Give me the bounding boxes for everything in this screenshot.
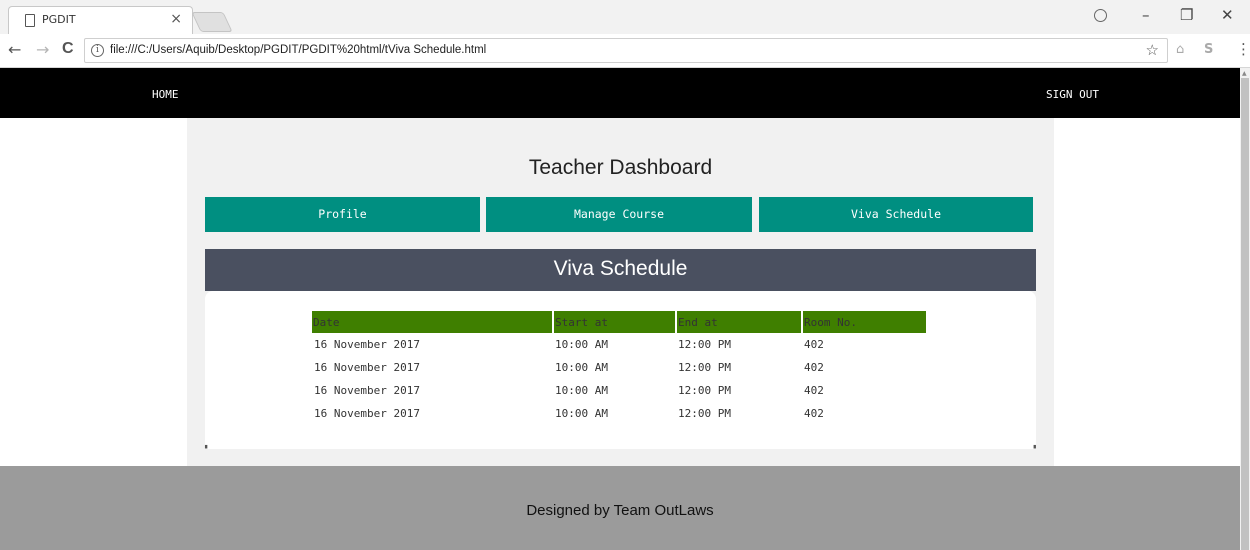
cell-start: 10:00 AM (555, 338, 608, 351)
tab-close-icon[interactable]: × (170, 11, 182, 27)
column-header-room: Room No. (801, 311, 926, 333)
scrollbar-thumb[interactable] (1241, 78, 1249, 550)
info-icon[interactable]: i (91, 44, 104, 57)
cell-room: 402 (804, 407, 824, 420)
browser-tab[interactable]: PGDIT × (8, 6, 193, 34)
footer-credit: Designed by Team OutLaws (526, 502, 714, 519)
page-viewport: HOME SIGN OUT Teacher Dashboard Profile … (0, 68, 1240, 550)
browser-chrome: PGDIT × – ❐ ✕ ← → C i file:///C:/Users/A… (0, 0, 1250, 68)
cell-room: 402 (804, 384, 824, 397)
bookmark-star-icon[interactable]: ☆ (1146, 41, 1159, 59)
new-tab-button[interactable] (191, 12, 233, 32)
browser-menu-icon[interactable]: ⋮ (1236, 40, 1250, 58)
table-row: 16 November 2017 10:00 AM 12:00 PM 402 (312, 333, 926, 356)
page-title: Teacher Dashboard (528, 156, 713, 179)
extension-icon[interactable]: ⌂ (1176, 42, 1184, 57)
table-row: 16 November 2017 10:00 AM 12:00 PM 402 (312, 379, 926, 402)
cell-room: 402 (804, 338, 824, 351)
page-footer: Designed by Team OutLaws (0, 466, 1240, 550)
column-header-start: Start at (552, 311, 676, 333)
cell-end: 12:00 PM (678, 384, 731, 397)
back-icon[interactable]: ← (8, 40, 21, 59)
cell-date: 16 November 2017 (314, 338, 420, 351)
manage-course-button[interactable]: Manage Course (486, 197, 752, 232)
cell-date: 16 November 2017 (314, 407, 420, 420)
vertical-scrollbar[interactable]: ▲ (1240, 68, 1250, 550)
resize-corner-right: ▗ (1031, 442, 1036, 449)
nav-sign-out-link[interactable]: SIGN OUT (1046, 88, 1099, 101)
viva-schedule-header: Viva Schedule (205, 249, 1036, 291)
reload-icon[interactable]: C (62, 40, 74, 58)
viva-schedule-button[interactable]: Viva Schedule (759, 197, 1033, 232)
viva-schedule-panel: Date Start at End at Room No. 16 Novembe… (205, 291, 1036, 449)
resize-corner-left: ▖ (205, 442, 210, 449)
restore-icon[interactable]: ❐ (1180, 6, 1193, 24)
nav-home-link[interactable]: HOME (152, 88, 179, 101)
column-header-date: Date (312, 311, 553, 333)
top-navbar: HOME SIGN OUT (0, 68, 1240, 118)
table-row: 16 November 2017 10:00 AM 12:00 PM 402 (312, 356, 926, 379)
extension-icon[interactable]: S (1204, 42, 1213, 57)
cell-end: 12:00 PM (678, 338, 731, 351)
cell-end: 12:00 PM (678, 407, 731, 420)
cell-room: 402 (804, 361, 824, 374)
cell-start: 10:00 AM (555, 407, 608, 420)
viva-schedule-table: Date Start at End at Room No. 16 Novembe… (312, 311, 926, 425)
scroll-up-icon[interactable]: ▲ (1242, 70, 1247, 77)
cell-date: 16 November 2017 (314, 361, 420, 374)
cell-start: 10:00 AM (555, 361, 608, 374)
url-text[interactable]: file:///C:/Users/Aquib/Desktop/PGDIT/PGD… (110, 44, 486, 56)
forward-icon[interactable]: → (36, 40, 49, 59)
browser-toolbar: ← → C i file:///C:/Users/Aquib/Desktop/P… (0, 34, 1250, 68)
cell-start: 10:00 AM (555, 384, 608, 397)
tab-strip: PGDIT × – ❐ ✕ (0, 0, 1250, 34)
cell-end: 12:00 PM (678, 361, 731, 374)
tab-title: PGDIT (42, 13, 76, 26)
table-header-row: Date Start at End at Room No. (312, 311, 926, 333)
cell-date: 16 November 2017 (314, 384, 420, 397)
minimize-icon[interactable]: – (1142, 6, 1150, 24)
profile-button[interactable]: Profile (205, 197, 480, 232)
column-header-end: End at (675, 311, 802, 333)
dashboard-card: Teacher Dashboard Profile Manage Course … (187, 118, 1054, 466)
page-icon (25, 14, 35, 27)
table-row: 16 November 2017 10:00 AM 12:00 PM 402 (312, 402, 926, 425)
address-bar[interactable]: i file:///C:/Users/Aquib/Desktop/PGDIT/P… (84, 38, 1168, 63)
close-window-icon[interactable]: ✕ (1221, 6, 1234, 24)
profile-icon[interactable] (1094, 9, 1107, 22)
